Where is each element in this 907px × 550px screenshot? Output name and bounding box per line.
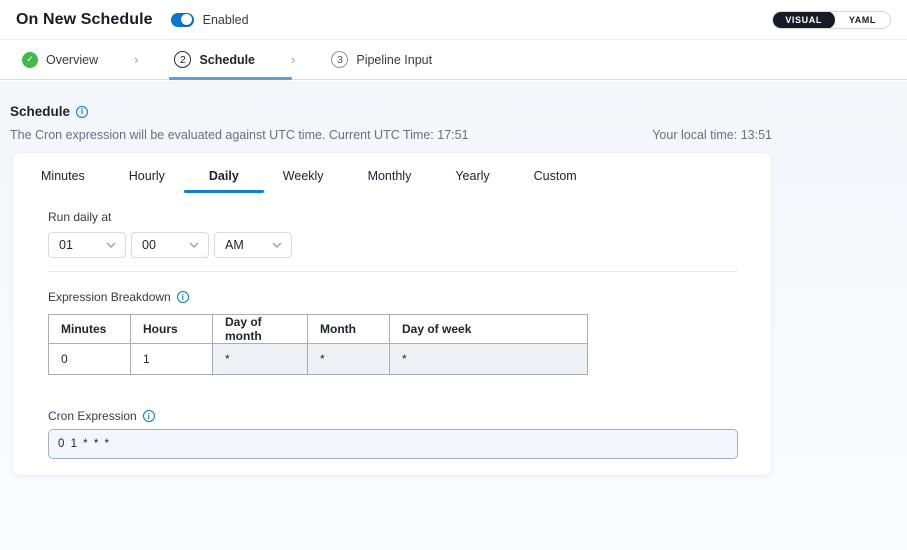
chevron-right-icon: ›	[134, 52, 138, 67]
hour-select[interactable]: 01	[48, 232, 126, 258]
section-divider	[48, 271, 738, 272]
active-step-underline	[169, 77, 292, 80]
local-time-note: Your local time: 13:51	[652, 128, 772, 142]
page-background: Schedule i The Cron expression will be e…	[0, 81, 907, 550]
col-header-day-of-month: Day of month	[213, 315, 308, 344]
step-overview-label: Overview	[46, 53, 98, 67]
info-icon[interactable]: i	[143, 410, 155, 422]
cell-hours-value: 1	[131, 344, 213, 375]
tab-weekly[interactable]: Weekly	[283, 169, 324, 183]
tab-hourly[interactable]: Hourly	[129, 169, 165, 183]
enabled-toggle[interactable]	[171, 13, 194, 27]
chevron-right-icon: ›	[291, 52, 295, 67]
header-bar: On New Schedule Enabled VISUAL YAML	[0, 0, 907, 40]
chevron-down-icon	[189, 242, 199, 248]
table-value-row: 0 1 * * *	[49, 344, 588, 375]
expression-breakdown-table: Minutes Hours Day of month Month Day of …	[48, 314, 588, 375]
col-header-month: Month	[308, 315, 390, 344]
run-daily-at-label: Run daily at	[48, 210, 111, 224]
schedule-section-heading: Schedule i	[10, 104, 88, 119]
info-icon[interactable]: i	[177, 291, 189, 303]
step-3-number: 3	[331, 51, 348, 68]
tab-monthly[interactable]: Monthly	[368, 169, 412, 183]
view-switch: VISUAL YAML	[772, 11, 891, 29]
hour-select-value: 01	[59, 238, 73, 252]
tab-yearly[interactable]: Yearly	[455, 169, 489, 183]
page-title: On New Schedule	[16, 11, 153, 29]
step-schedule[interactable]: 2 Schedule	[174, 51, 255, 68]
cell-month-value: *	[308, 344, 390, 375]
frequency-tabs: Minutes Hourly Daily Weekly Monthly Year…	[41, 169, 577, 183]
expression-breakdown-label: Expression Breakdown i	[48, 290, 189, 304]
step-overview[interactable]: ✓ Overview	[22, 52, 98, 68]
step-complete-check-icon: ✓	[22, 52, 38, 68]
col-header-hours: Hours	[131, 315, 213, 344]
cron-expression-label: Cron Expression i	[48, 409, 155, 423]
schedule-card: Minutes Hourly Daily Weekly Monthly Year…	[12, 152, 772, 476]
toggle-knob	[181, 14, 192, 25]
cell-day-of-month-value: *	[213, 344, 308, 375]
tab-custom[interactable]: Custom	[534, 169, 577, 183]
ampm-select-value: AM	[225, 238, 244, 252]
step-pipeline-input-label: Pipeline Input	[356, 53, 432, 67]
col-header-day-of-week: Day of week	[390, 315, 588, 344]
visual-view-button[interactable]: VISUAL	[772, 11, 835, 29]
expression-breakdown-text: Expression Breakdown	[48, 290, 171, 304]
info-icon[interactable]: i	[76, 106, 88, 118]
utc-time-note: The Cron expression will be evaluated ag…	[10, 128, 469, 142]
wizard-stepper: ✓ Overview › 2 Schedule › 3 Pipeline Inp…	[0, 40, 907, 80]
minute-select[interactable]: 00	[131, 232, 209, 258]
enabled-toggle-label: Enabled	[203, 13, 249, 27]
cell-day-of-week-value: *	[390, 344, 588, 375]
chevron-down-icon	[272, 242, 282, 248]
step-2-number: 2	[174, 51, 191, 68]
yaml-view-button[interactable]: YAML	[835, 15, 890, 25]
tab-minutes[interactable]: Minutes	[41, 169, 85, 183]
tab-daily[interactable]: Daily	[209, 169, 239, 183]
cell-minutes-value: 0	[49, 344, 131, 375]
schedule-heading-text: Schedule	[10, 104, 70, 119]
col-header-minutes: Minutes	[49, 315, 131, 344]
step-schedule-label: Schedule	[199, 53, 255, 67]
table-header-row: Minutes Hours Day of month Month Day of …	[49, 315, 588, 344]
step-pipeline-input[interactable]: 3 Pipeline Input	[331, 51, 432, 68]
cron-expression-input[interactable]: 0 1 * * *	[48, 429, 738, 459]
cron-expression-text: Cron Expression	[48, 409, 137, 423]
minute-select-value: 00	[142, 238, 156, 252]
chevron-down-icon	[106, 242, 116, 248]
ampm-select[interactable]: AM	[214, 232, 292, 258]
